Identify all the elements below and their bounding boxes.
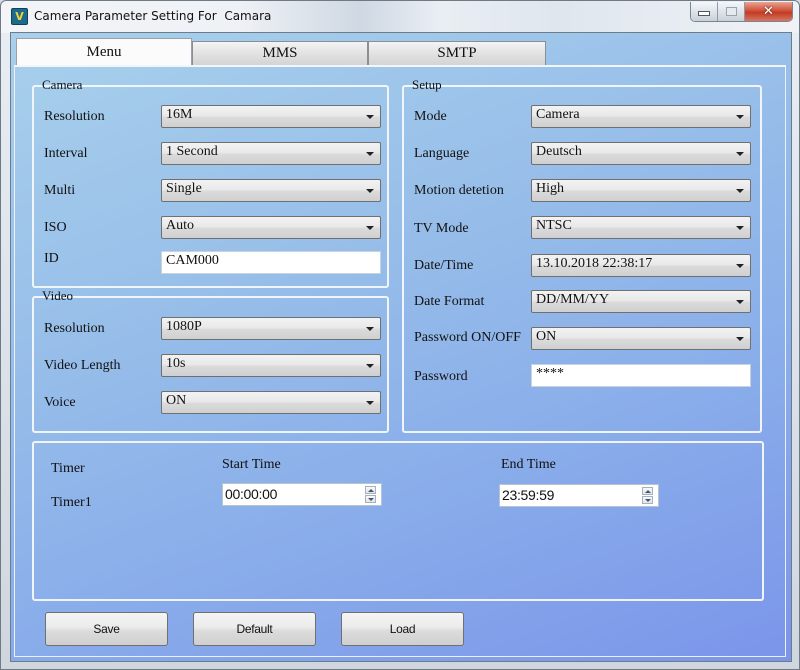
video-group: Video Resolution 1080P Video Length 10s … <box>32 288 389 433</box>
motion-detection-select[interactable]: High <box>531 179 751 202</box>
interval-label: Interval <box>44 146 88 161</box>
app-window: V Camera Parameter Setting For Camara ✕ … <box>0 0 800 670</box>
spin-down-icon[interactable] <box>365 495 376 503</box>
video-resolution-value: 1080P <box>166 319 202 334</box>
chevron-down-icon <box>366 327 374 331</box>
multi-select[interactable]: Single <box>161 179 381 202</box>
video-length-label: Video Length <box>44 358 121 373</box>
multi-value: Single <box>166 181 202 196</box>
voice-value: ON <box>166 393 187 408</box>
setup-group-title: Setup <box>410 77 444 92</box>
tab-smtp[interactable]: SMTP <box>368 41 546 65</box>
menu-tab-page: Camera Resolution 16M Interval 1 Second … <box>14 65 786 657</box>
timer-group: Timer Start Time End Time Timer1 00:00:0… <box>32 441 764 601</box>
motion-detection-label: Motion detetion <box>414 183 504 198</box>
caption-buttons: ✕ <box>690 2 793 22</box>
iso-label: ISO <box>44 220 67 235</box>
chevron-down-icon <box>736 226 744 230</box>
mode-select[interactable]: Camera <box>531 105 751 128</box>
mode-value: Camera <box>536 107 580 122</box>
tv-mode-select[interactable]: NTSC <box>531 216 751 239</box>
interval-select[interactable]: 1 Second <box>161 142 381 165</box>
password-onoff-value: ON <box>536 329 557 344</box>
date-format-label: Date Format <box>414 294 485 309</box>
camera-group-title: Camera <box>40 77 85 92</box>
password-onoff-select[interactable]: ON <box>531 327 751 350</box>
maximize-button[interactable] <box>718 2 745 21</box>
chevron-down-icon <box>366 189 374 193</box>
start-time-spinner <box>365 486 376 503</box>
date-format-value: DD/MM/YY <box>536 292 610 307</box>
chevron-down-icon <box>736 115 744 119</box>
spin-down-icon[interactable] <box>642 496 653 504</box>
datetime-select[interactable]: 13.10.2018 22:38:17 <box>531 254 751 277</box>
minimize-button[interactable] <box>691 2 718 21</box>
end-time-spinner <box>642 487 653 504</box>
password-input[interactable]: **** <box>531 364 751 387</box>
language-label: Language <box>414 146 470 161</box>
motion-detection-value: High <box>536 181 564 196</box>
timer-header: Timer <box>51 461 85 476</box>
datetime-label: Date/Time <box>414 258 474 273</box>
video-length-value: 10s <box>166 356 186 371</box>
tab-mms[interactable]: MMS <box>192 41 368 65</box>
chevron-down-icon <box>736 152 744 156</box>
video-resolution-select[interactable]: 1080P <box>161 317 381 340</box>
chevron-down-icon <box>736 300 744 304</box>
title-bar[interactable]: V Camera Parameter Setting For Camara ✕ <box>1 1 799 33</box>
chevron-down-icon <box>366 401 374 405</box>
chevron-down-icon <box>366 226 374 230</box>
datetime-value: 13.10.2018 22:38:17 <box>536 256 653 271</box>
setup-group: Setup Mode Camera Language Deutsch Motio… <box>402 77 762 433</box>
camera-resolution-label: Resolution <box>44 109 105 124</box>
spin-up-icon[interactable] <box>365 486 376 494</box>
chevron-down-icon <box>366 364 374 368</box>
end-time-header: End Time <box>501 457 556 472</box>
interval-value: 1 Second <box>166 144 218 159</box>
tv-mode-label: TV Mode <box>414 221 469 236</box>
load-button[interactable]: Load <box>341 612 464 646</box>
chevron-down-icon <box>366 115 374 119</box>
multi-label: Multi <box>44 183 76 198</box>
timer1-label: Timer1 <box>51 495 92 510</box>
camera-resolution-value: 16M <box>166 107 193 122</box>
start-time-header: Start Time <box>222 457 281 472</box>
language-value: Deutsch <box>536 144 582 159</box>
id-input[interactable]: CAM000 <box>161 251 381 274</box>
mode-label: Mode <box>414 109 447 124</box>
chevron-down-icon <box>736 264 744 268</box>
save-button[interactable]: Save <box>45 612 168 646</box>
voice-label: Voice <box>44 395 76 410</box>
timer1-end-value: 23:59:59 <box>502 487 555 503</box>
iso-value: Auto <box>166 218 194 233</box>
camera-group: Camera Resolution 16M Interval 1 Second … <box>32 77 389 288</box>
timer1-start-input[interactable]: 00:00:00 <box>222 483 382 506</box>
window-title: Camera Parameter Setting For Camara <box>34 9 272 23</box>
client-area: Menu MMS SMTP Camera Resolution 16M Inte… <box>10 32 792 662</box>
video-resolution-label: Resolution <box>44 321 105 336</box>
voice-select[interactable]: ON <box>161 391 381 414</box>
tv-mode-value: NTSC <box>536 218 572 233</box>
video-group-title: Video <box>40 288 75 303</box>
close-icon: ✕ <box>763 4 774 19</box>
id-label: ID <box>44 251 59 266</box>
language-select[interactable]: Deutsch <box>531 142 751 165</box>
iso-select[interactable]: Auto <box>161 216 381 239</box>
chevron-down-icon <box>366 152 374 156</box>
tab-strip: Menu MMS SMTP <box>16 38 546 65</box>
password-label: Password <box>414 369 468 384</box>
camera-app-icon[interactable]: V <box>11 8 28 25</box>
video-length-select[interactable]: 10s <box>161 354 381 377</box>
tab-menu[interactable]: Menu <box>16 38 192 65</box>
default-button[interactable]: Default <box>193 612 316 646</box>
chevron-down-icon <box>736 189 744 193</box>
timer1-end-input[interactable]: 23:59:59 <box>499 484 659 507</box>
spin-up-icon[interactable] <box>642 487 653 495</box>
chevron-down-icon <box>736 337 744 341</box>
close-button[interactable]: ✕ <box>745 2 792 21</box>
camera-resolution-select[interactable]: 16M <box>161 105 381 128</box>
date-format-select[interactable]: DD/MM/YY <box>531 290 751 313</box>
timer1-start-value: 00:00:00 <box>225 486 278 502</box>
password-onoff-label: Password ON/OFF <box>414 330 521 345</box>
